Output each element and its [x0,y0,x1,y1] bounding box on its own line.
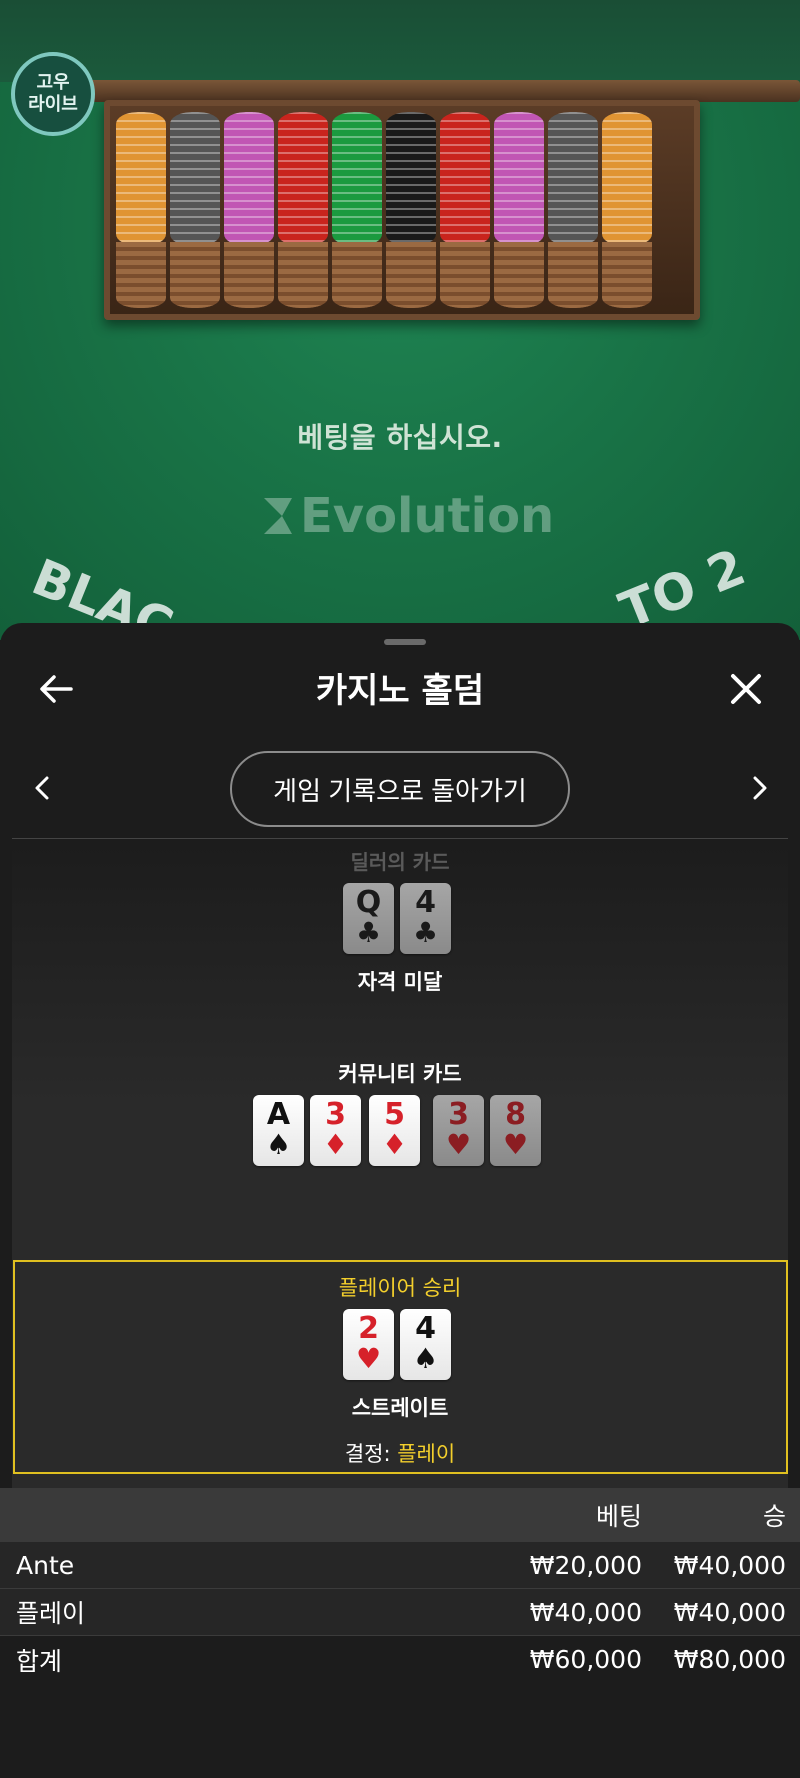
chip-stack-green [332,112,382,308]
table-top-band [0,0,800,82]
chip-tray [104,100,700,320]
card-suit-icon: ♦ [381,1128,408,1161]
card-rank: 8 [505,1097,526,1132]
community-card: 3 ♦ [310,1095,361,1166]
sheet-drag-handle[interactable] [384,639,426,645]
table-row: 플레이 ₩40,000 ₩40,000 [0,1589,800,1636]
win-amount: ₩40,000 [673,1597,786,1627]
bet-amount: ₩40,000 [529,1597,642,1627]
card-rank: 4 [415,885,436,920]
card-suit-icon: ♥ [445,1128,472,1161]
bet-summary-table: 베팅 승 Ante ₩20,000 ₩40,000 플레이 ₩40,000 ₩4… [0,1488,800,1683]
decision-value: 플레이 [397,1442,456,1466]
player-card: 4 ♠ [400,1309,451,1380]
next-round-button[interactable] [740,766,780,810]
dealer-card: 4 ♣ [400,883,451,954]
card-suit-icon: ♣ [355,916,382,949]
card-rank: 5 [384,1097,405,1132]
card-rank: 3 [325,1097,346,1132]
card-rank: 2 [358,1311,379,1346]
chip-stack-black [386,112,436,308]
win-amount: ₩40,000 [673,1550,786,1580]
decision-label: 결정: [344,1442,391,1466]
broadcaster-logo-badge: 고우 라이브 [11,52,95,136]
dealer-result-label: 자격 미달 [357,970,443,994]
card-suit-icon: ♣ [412,916,439,949]
close-icon [731,674,761,704]
evolution-logo: Evolution [262,488,554,544]
card-suit-icon: ♥ [502,1128,529,1161]
back-to-history-button[interactable]: 게임 기록으로 돌아가기 [230,751,570,827]
player-result-label: 플레이어 승리 [338,1276,462,1300]
community-cards-label: 커뮤니티 카드 [338,1062,462,1086]
community-card: 3 ♥ [433,1095,484,1166]
dealer-card: Q ♣ [343,883,394,954]
total-win: ₩80,000 [673,1645,786,1674]
chip-stack-pink [494,112,544,308]
community-card: A ♠ [253,1095,304,1166]
bet-name: Ante [16,1550,75,1580]
chip-stack-pink [224,112,274,308]
chip-stack-grey [548,112,598,308]
sheet-title: 카지노 홀덤 [315,671,485,711]
card-suit-icon: ♠ [265,1128,292,1161]
evolution-mark-icon [264,498,292,534]
total-bet: ₩60,000 [529,1645,642,1674]
chip-stack-grey [170,112,220,308]
card-suit-icon: ♥ [355,1342,382,1375]
card-rank: A [266,1097,291,1132]
arrow-left-icon [40,675,73,703]
table-total-row: 합계 ₩60,000 ₩80,000 [0,1636,800,1683]
header-win: 승 [762,1502,786,1531]
header-bet: 베팅 [595,1502,642,1531]
chip-stack-red [440,112,490,308]
bet-amount: ₩20,000 [529,1550,642,1580]
badge-line-2: 라이브 [28,94,78,115]
player-hand-name: 스트레이트 [351,1396,449,1420]
bet-prompt-message: 베팅을 하십시오. [297,421,503,454]
table-header-row: 베팅 승 [0,1488,800,1542]
badge-line-1: 고우 [36,72,70,93]
community-card: 8 ♥ [490,1095,541,1166]
community-card: 5 ♦ [369,1095,420,1166]
dealer-cards-label: 딜러의 카드 [350,850,450,874]
evolution-logo-text: Evolution [300,488,555,544]
back-button[interactable] [30,663,82,715]
card-rank: 3 [448,1097,469,1132]
decision-line: 결정: 플레이 [0,1438,800,1468]
chip-stack-orange [602,112,652,308]
chevron-right-icon [753,776,767,800]
chip-stack-orange [116,112,166,308]
player-card: 2 ♥ [343,1309,394,1380]
game-table-view: 고우 라이브 베팅을 하십시오. Evolution BLAC TO 2 [0,0,800,640]
previous-round-button[interactable] [22,766,62,810]
table-rail [60,80,800,102]
chevron-left-icon [35,776,49,800]
close-button[interactable] [720,663,772,715]
bet-name: 플레이 [16,1599,86,1628]
chip-stack-red [278,112,328,308]
table-row: Ante ₩20,000 ₩40,000 [0,1542,800,1589]
card-rank: 4 [415,1311,436,1346]
card-rank: Q [355,885,382,920]
total-label: 합계 [16,1646,63,1676]
card-suit-icon: ♠ [412,1342,439,1375]
card-suit-icon: ♦ [322,1128,349,1161]
